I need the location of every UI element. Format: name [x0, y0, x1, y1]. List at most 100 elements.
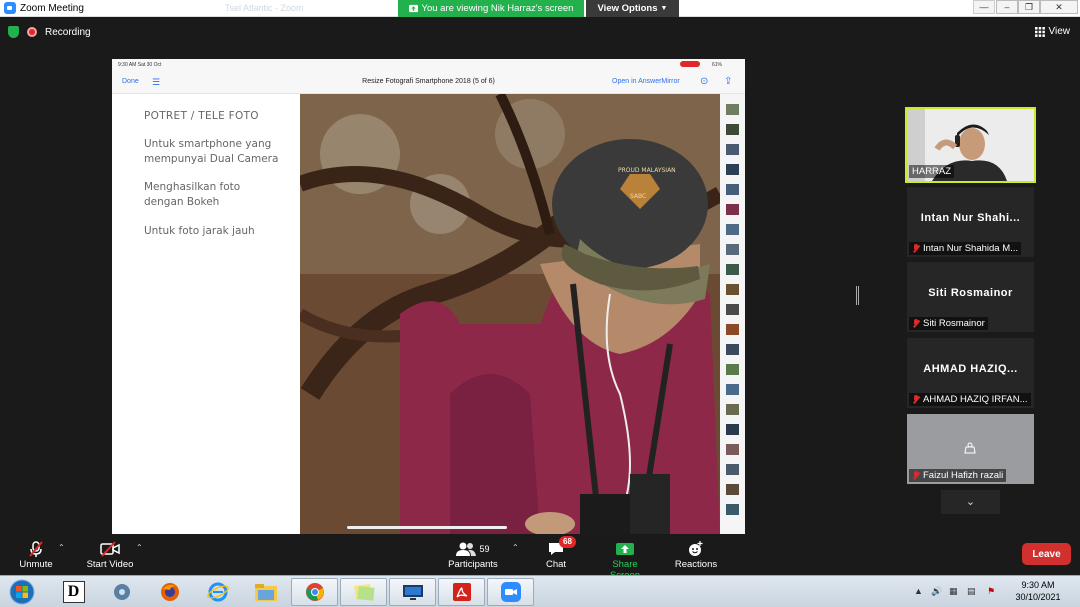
thumbnail[interactable] — [726, 444, 739, 455]
participants-count: 59 — [479, 544, 490, 554]
taskbar-clock[interactable]: 9:30 AM 30/10/2021 — [1008, 579, 1068, 603]
start-button[interactable] — [0, 578, 44, 606]
gear-app-icon — [113, 584, 130, 600]
slide-photo: PROUD MALAYSIAN SABC — [300, 94, 720, 534]
windows-start-icon — [9, 579, 35, 605]
chat-label: Chat — [545, 559, 567, 570]
thumbnail[interactable] — [726, 324, 739, 335]
start-video-button[interactable]: Start Video — [84, 539, 136, 570]
mic-muted-icon — [912, 471, 920, 480]
video-off-icon — [84, 539, 136, 559]
security-tray-icon[interactable]: ▦ — [949, 586, 958, 597]
ipad-status-time: 9:30 AM Sat 30 Oct — [118, 62, 162, 68]
participant-name-tag: Intan Nur Shahida M... — [909, 242, 1022, 255]
share-screen-icon — [596, 539, 654, 559]
participant-video-harraz[interactable]: HARRAZ — [905, 107, 1036, 183]
thumbnail[interactable] — [726, 264, 739, 275]
thumbnail[interactable] — [726, 144, 739, 155]
close-button[interactable]: ✕ — [1040, 0, 1078, 14]
open-in-link[interactable]: Open in AnswerMirror — [612, 78, 680, 85]
taskbar-app[interactable] — [146, 578, 193, 606]
share-screen-icon — [408, 4, 418, 13]
participant-tile[interactable]: Faizul Hafizh razali — [907, 414, 1034, 484]
participants-icon: 59 — [446, 539, 500, 559]
participant-name: HARRAZ — [912, 166, 952, 177]
slide-line-2b: dengan Bokeh — [144, 196, 220, 208]
minimize-button[interactable]: – — [996, 0, 1018, 14]
thumbnail[interactable] — [726, 184, 739, 195]
audio-icon[interactable]: 🔊 — [931, 586, 942, 597]
taskbar-app[interactable] — [98, 578, 145, 606]
view-options-button[interactable]: View Options ▼ — [586, 0, 679, 17]
thumbnail[interactable] — [726, 484, 739, 495]
maximize-button[interactable]: ❐ — [1018, 0, 1040, 14]
share-icon[interactable]: ⇪ — [724, 76, 732, 87]
participant-tile[interactable]: AHMAD HAZIQ... AHMAD HAZIQ IRFAN... — [907, 338, 1034, 408]
chevron-up-icon[interactable]: ⌃ — [512, 543, 519, 552]
thumbnail[interactable] — [726, 304, 739, 315]
thumbnail[interactable] — [726, 244, 739, 255]
taskbar-app-active[interactable] — [438, 578, 485, 606]
scroll-down-button[interactable]: ⌄ — [941, 490, 1000, 514]
mic-muted-icon — [912, 395, 920, 404]
taskbar-app-active[interactable] — [487, 578, 534, 606]
shared-screen[interactable]: 9:30 AM Sat 30 Oct 61% Done ☰ Resize Fot… — [112, 59, 745, 534]
participant-display-name: Siti Rosmainor — [928, 287, 1013, 299]
slide-line-1a: Untuk smartphone yang — [144, 138, 272, 150]
thumbnail[interactable] — [726, 464, 739, 475]
taskbar-app[interactable] — [242, 578, 289, 606]
thumbnail[interactable] — [726, 104, 739, 115]
photographer-image: PROUD MALAYSIAN SABC — [300, 94, 720, 534]
taskbar-app-active[interactable] — [291, 578, 338, 606]
unmute-button[interactable]: Unmute — [14, 539, 58, 570]
view-button[interactable]: View — [1034, 26, 1071, 37]
slide-line-2a: Menghasilkan foto — [144, 181, 241, 193]
ghost-tab-label: Tsel Atlantic - Zoom — [225, 3, 304, 13]
start-video-label: Start Video — [86, 559, 134, 570]
reactions-button[interactable]: Reactions — [674, 539, 718, 570]
minimize-icon[interactable]: — — [973, 0, 995, 14]
view-label: View — [1048, 26, 1071, 37]
window-title: Zoom Meeting — [20, 2, 84, 14]
taskbar-app-active[interactable] — [340, 578, 387, 606]
zoom-logo-icon — [4, 2, 16, 14]
chevron-up-icon[interactable]: ⌃ — [136, 543, 143, 552]
slide-thumbnails[interactable] — [720, 94, 745, 534]
flag-icon[interactable]: ⚑ — [987, 586, 995, 597]
thumbnail[interactable] — [726, 384, 739, 395]
taskbar-app-active[interactable] — [389, 578, 436, 606]
thumbnail[interactable] — [726, 344, 739, 355]
chevron-down-icon: ⌄ — [965, 496, 976, 508]
thumbnail[interactable] — [726, 224, 739, 235]
thumbnail[interactable] — [726, 504, 739, 515]
participant-display-name: Intan Nur Shahi... — [920, 212, 1021, 224]
thumbnail[interactable] — [726, 404, 739, 415]
taskbar-app[interactable]: D — [50, 578, 97, 606]
ipad-nav-bar: Done ☰ Resize Fotografi Smartphone 2018 … — [112, 70, 745, 94]
windows-taskbar: D ▲ 🔊 ▦ ▤ ⚑ 9:30 AM 30/10/2021 — [0, 575, 1080, 607]
thumbnail[interactable] — [726, 204, 739, 215]
thumbnail[interactable] — [726, 124, 739, 135]
network-icon[interactable]: ▤ — [967, 586, 976, 597]
thumbnail[interactable] — [726, 424, 739, 435]
recording-label: Recording — [45, 26, 91, 38]
window-titlebar: Zoom Meeting Tsel Atlantic - Zoom You ar… — [0, 0, 1080, 17]
panel-resize-handle[interactable] — [856, 286, 859, 305]
thumbnail[interactable] — [726, 364, 739, 375]
tray-expand-icon[interactable]: ▲ — [914, 586, 923, 596]
participants-button[interactable]: 59 Participants — [446, 539, 500, 570]
cap-text-2: SABC — [630, 193, 646, 200]
participant-tile[interactable]: Siti Rosmainor Siti Rosmainor — [907, 262, 1034, 332]
chevron-up-icon[interactable]: ⌃ — [58, 543, 65, 552]
leave-button[interactable]: Leave — [1022, 543, 1071, 565]
thumbnail[interactable] — [726, 284, 739, 295]
shield-icon[interactable] — [8, 26, 19, 38]
taskbar-app[interactable] — [194, 578, 241, 606]
settings-icon[interactable]: ⊙ — [700, 76, 708, 87]
recording-dot-icon — [27, 27, 37, 37]
thumbnail[interactable] — [726, 164, 739, 175]
participant-tile[interactable]: Intan Nur Shahi... Intan Nur Shahida M..… — [907, 187, 1034, 257]
slide-heading: POTRET / TELE FOTO — [144, 110, 259, 122]
zoom-app-icon — [500, 582, 521, 602]
mic-muted-icon — [912, 244, 920, 253]
